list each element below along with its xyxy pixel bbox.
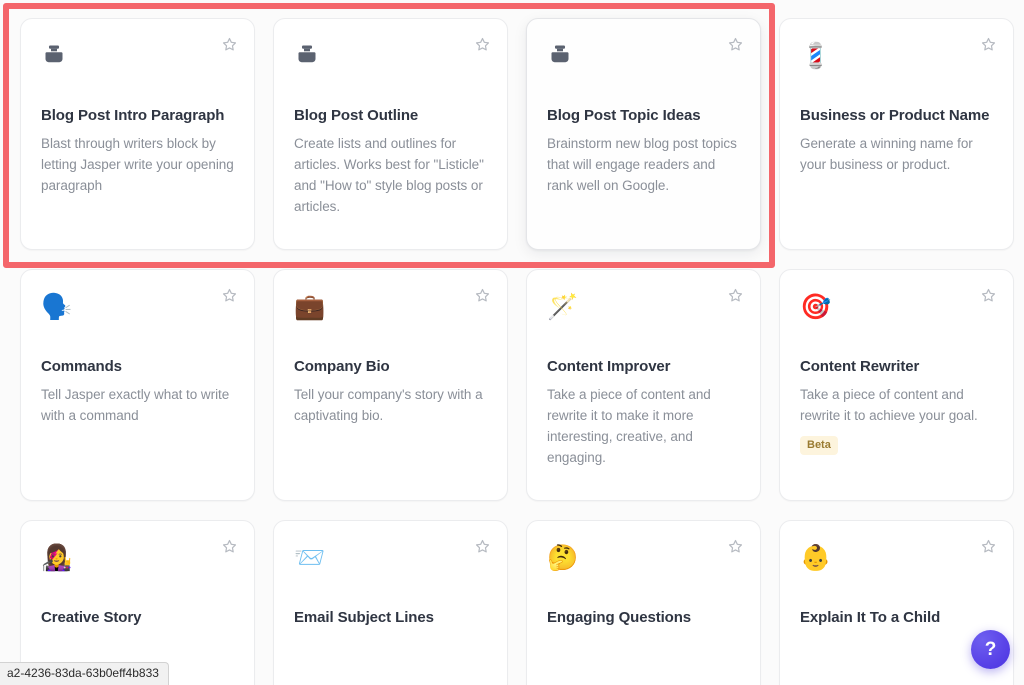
status-bar-url: a2-4236-83da-63b0eff4b833 — [0, 662, 169, 685]
template-card[interactable]: 🤔 Engaging Questions — [526, 520, 761, 685]
thinking-face-icon: 🤔 — [547, 544, 579, 572]
template-card-title: Explain It To a Child — [800, 609, 941, 626]
template-card-title: Content Improver — [547, 358, 671, 375]
template-card[interactable]: 👩‍🎤 Creative Story — [20, 520, 255, 685]
favorite-star-icon[interactable] — [724, 535, 746, 557]
template-card-title: Business or Product Name — [800, 107, 990, 124]
favorite-star-icon[interactable] — [977, 33, 999, 55]
template-card-title: Email Subject Lines — [294, 609, 434, 626]
favorite-star-icon[interactable] — [471, 284, 493, 306]
template-card-description: Create lists and outlines for articles. … — [294, 136, 484, 214]
favorite-star-icon[interactable] — [218, 33, 240, 55]
template-card[interactable]: 🪄 Content Improver Take a piece of content… — [526, 269, 761, 501]
template-card-title: Commands — [41, 358, 122, 375]
favorite-star-icon[interactable] — [471, 33, 493, 55]
question-mark-icon: ? — [984, 638, 997, 660]
baby-icon: 👶 — [800, 544, 832, 572]
template-card[interactable]: 💈 Business or Product Name Generate a winn… — [779, 18, 1014, 250]
favorite-star-icon[interactable] — [977, 284, 999, 306]
template-card[interactable]: 🗣️ Commands Tell Jasper exactly what to wr… — [20, 269, 255, 501]
template-card-title: Creative Story — [41, 609, 142, 626]
favorite-star-icon[interactable] — [977, 535, 999, 557]
template-card-title: Company Bio — [294, 358, 390, 375]
template-card-title: Content Rewriter — [800, 358, 920, 375]
dart-target-icon: 🎯 — [800, 293, 832, 321]
template-card-title: Blog Post Outline — [294, 107, 419, 124]
ink-bottle-icon — [294, 41, 487, 73]
template-card-description: Take a piece of content and rewrite it t… — [800, 387, 978, 423]
briefcase-icon: 💼 — [294, 293, 326, 321]
favorite-star-icon[interactable] — [471, 535, 493, 557]
template-card-description: Blast through writers block by letting J… — [41, 136, 234, 193]
template-card-title: Blog Post Topic Ideas — [547, 107, 701, 124]
template-card-description: Brainstorm new blog post topics that wil… — [547, 136, 737, 193]
template-card[interactable]: 💼 Company Bio Tell your company's story wi… — [273, 269, 508, 501]
template-card[interactable]: Blog Post Intro Paragraph Blast through w… — [20, 18, 255, 250]
template-card[interactable]: Blog Post Topic Ideas Brainstorm new blog… — [526, 18, 761, 250]
template-card[interactable]: Blog Post Outline Create lists and outlin… — [273, 18, 508, 250]
template-card[interactable]: 📨 Email Subject Lines — [273, 520, 508, 685]
ink-bottle-icon — [547, 41, 740, 73]
magic-wand-icon: 🪄 — [547, 293, 579, 321]
template-card-description: Tell Jasper exactly what to write with a… — [41, 387, 230, 423]
ink-bottle-icon — [41, 41, 234, 73]
favorite-star-icon[interactable] — [724, 284, 746, 306]
template-card-title: Engaging Questions — [547, 609, 692, 626]
beta-badge: Beta — [800, 436, 838, 455]
speaking-head-icon: 🗣️ — [41, 293, 73, 321]
woman-artist-icon: 👩‍🎤 — [41, 544, 73, 572]
barber-pole-icon: 💈 — [800, 42, 832, 70]
templates-gallery-page: Blog Post Intro Paragraph Blast through w… — [0, 0, 1024, 685]
template-card-description: Take a piece of content and rewrite it t… — [547, 387, 711, 465]
favorite-star-icon[interactable] — [218, 535, 240, 557]
favorite-star-icon[interactable] — [724, 33, 746, 55]
help-button[interactable]: ? — [971, 630, 1010, 669]
template-card[interactable]: 🎯 Content Rewriter Take a piece of content… — [779, 269, 1014, 501]
favorite-star-icon[interactable] — [218, 284, 240, 306]
template-card-title: Blog Post Intro Paragraph — [41, 107, 225, 124]
template-card-description: Generate a winning name for your busines… — [800, 136, 973, 172]
template-card-description: Tell your company's story with a captiva… — [294, 387, 483, 423]
incoming-envelope-icon: 📨 — [294, 544, 326, 572]
template-card-grid: Blog Post Intro Paragraph Blast through w… — [20, 18, 1016, 685]
